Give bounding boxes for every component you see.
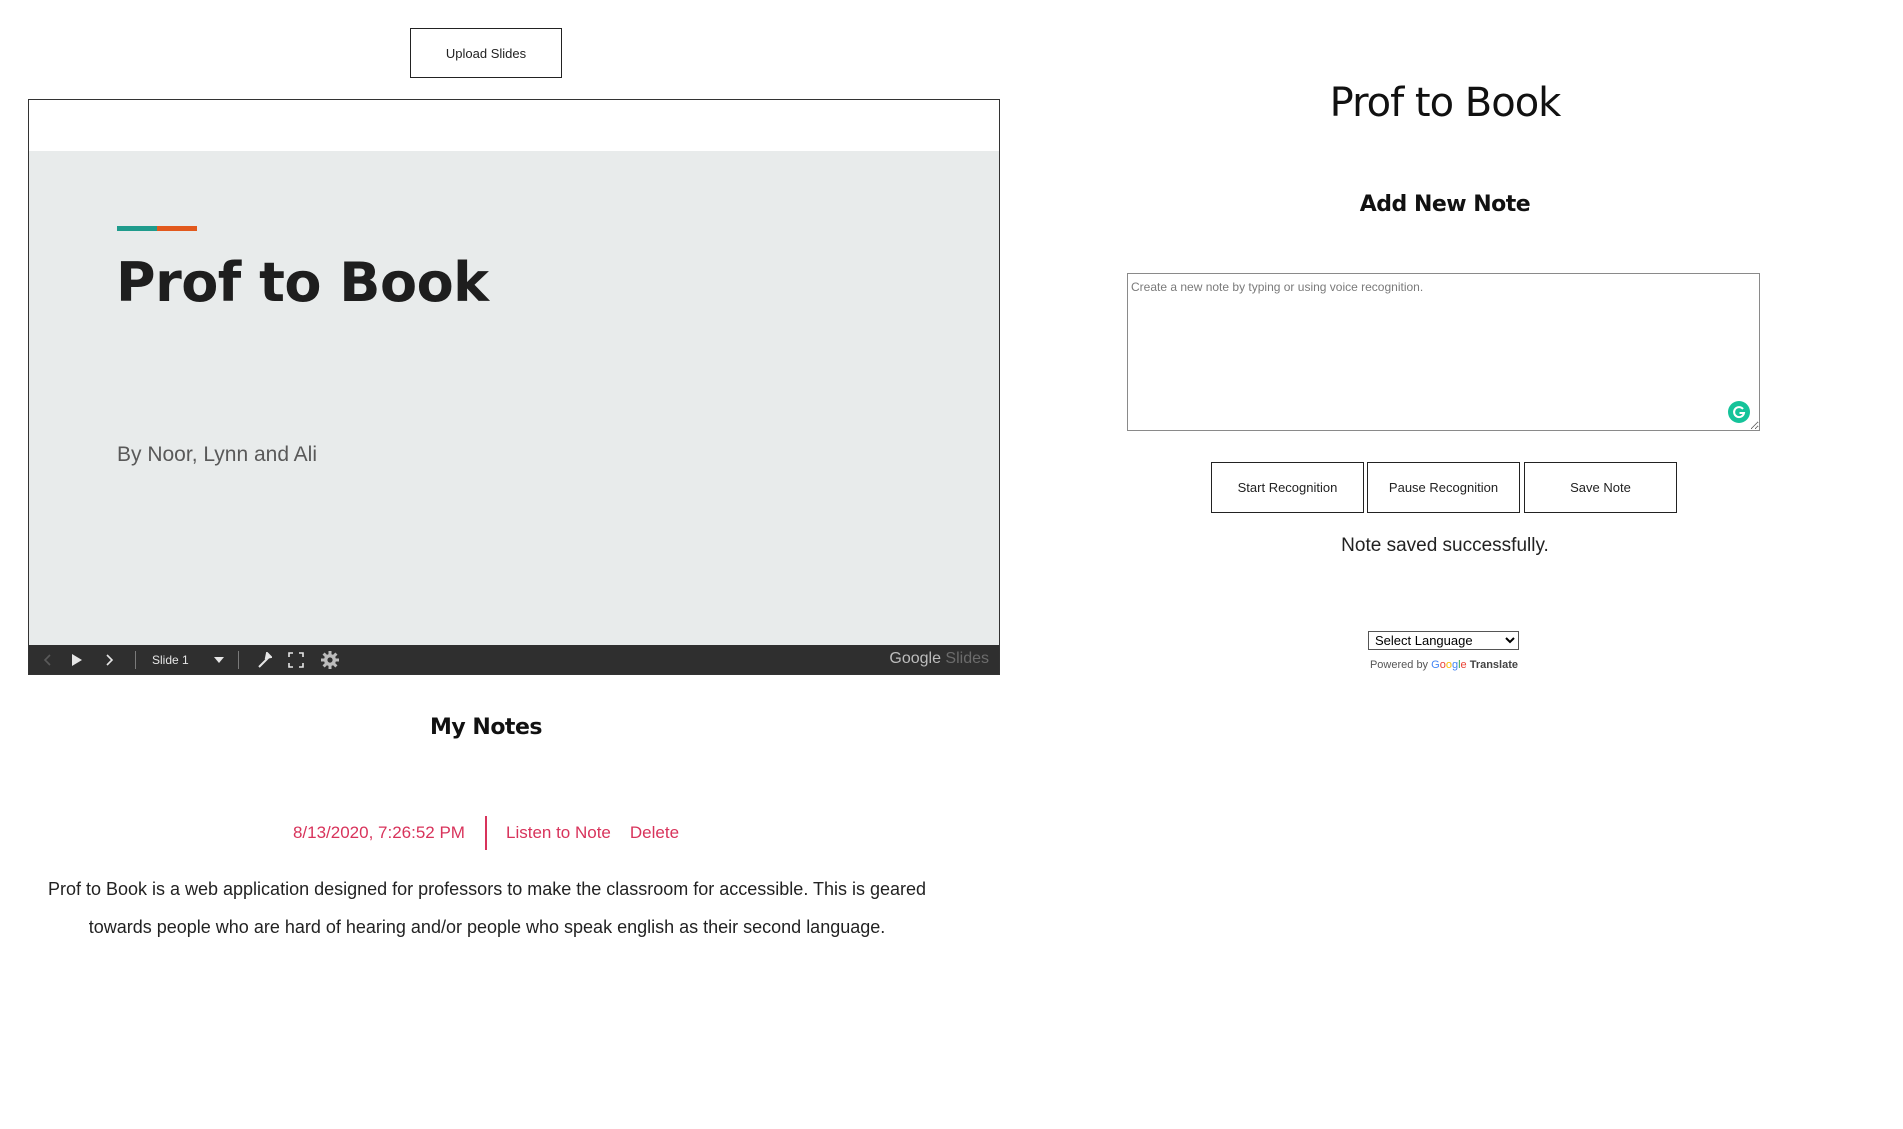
translate-link[interactable]: Translate xyxy=(1470,659,1518,671)
add-note-heading: Add New Note xyxy=(1359,192,1531,217)
delete-note-link[interactable]: Delete xyxy=(630,823,679,843)
grammarly-g-icon xyxy=(1733,406,1746,419)
previous-slide-button[interactable] xyxy=(35,645,61,674)
listen-to-note-link[interactable]: Listen to Note xyxy=(506,823,611,843)
note-meta-row: 8/13/2020, 7:26:52 PM Listen to Note Del… xyxy=(0,816,972,850)
fullscreen-icon xyxy=(288,651,304,668)
language-select[interactable]: Select Language xyxy=(1368,631,1519,650)
save-note-button[interactable]: Save Note xyxy=(1524,462,1677,513)
google-slides-logo-google: Google xyxy=(889,650,941,667)
chevron-right-icon xyxy=(106,653,114,666)
slides-embed[interactable]: Prof to Book By Noor, Lynn and Ali Slide… xyxy=(28,99,1000,675)
slide-accent-bar xyxy=(117,226,197,231)
grammarly-icon[interactable] xyxy=(1728,401,1750,423)
google-slides-logo[interactable]: Google Slides xyxy=(889,650,989,668)
toolbar-divider xyxy=(238,650,239,669)
slide-selector[interactable]: Slide 1 xyxy=(146,645,228,674)
fullscreen-button[interactable] xyxy=(279,645,313,674)
slide-canvas: Prof to Book By Noor, Lynn and Ali xyxy=(29,151,999,645)
note-date: 8/13/2020, 7:26:52 PM xyxy=(292,823,465,842)
note-body: Prof to Book is a web application design… xyxy=(47,879,927,937)
new-note-input[interactable] xyxy=(1127,273,1760,431)
slide-subtitle: By Noor, Lynn and Ali xyxy=(117,443,318,466)
play-button[interactable] xyxy=(61,645,93,674)
google-logo: Google xyxy=(1431,659,1467,671)
gear-icon xyxy=(321,650,339,669)
page: Upload Slides Prof to Book By Noor, Lynn… xyxy=(0,0,1903,1129)
my-notes-heading: My Notes xyxy=(430,715,542,740)
next-slide-button[interactable] xyxy=(93,645,125,674)
upload-slides-button[interactable]: Upload Slides xyxy=(410,28,562,78)
caret-down-icon xyxy=(214,656,224,663)
toolbar-divider xyxy=(135,650,136,669)
play-icon xyxy=(72,653,82,666)
powered-by-label: Powered by xyxy=(1369,659,1429,671)
powered-by-google-translate: Powered by Google Translate xyxy=(1368,659,1520,671)
start-recognition-button[interactable]: Start Recognition xyxy=(1211,462,1364,513)
slide-title: Prof to Book xyxy=(116,251,489,314)
pointer-button[interactable] xyxy=(249,645,279,674)
app-title: Prof to Book xyxy=(1329,80,1562,126)
slide-accent-teal xyxy=(117,226,157,231)
settings-button[interactable] xyxy=(313,645,347,674)
status-message: Note saved successfully. xyxy=(1341,535,1549,556)
slide-accent-orange xyxy=(157,226,197,231)
slides-toolbar: Slide 1 Google Slides xyxy=(29,645,999,674)
note-divider xyxy=(484,816,487,850)
laser-pointer-icon xyxy=(258,651,272,668)
google-slides-logo-slides: Slides xyxy=(945,650,989,667)
chevron-left-icon xyxy=(43,653,51,666)
slide-selector-label: Slide 1 xyxy=(152,652,189,667)
pause-recognition-button[interactable]: Pause Recognition xyxy=(1367,462,1520,513)
